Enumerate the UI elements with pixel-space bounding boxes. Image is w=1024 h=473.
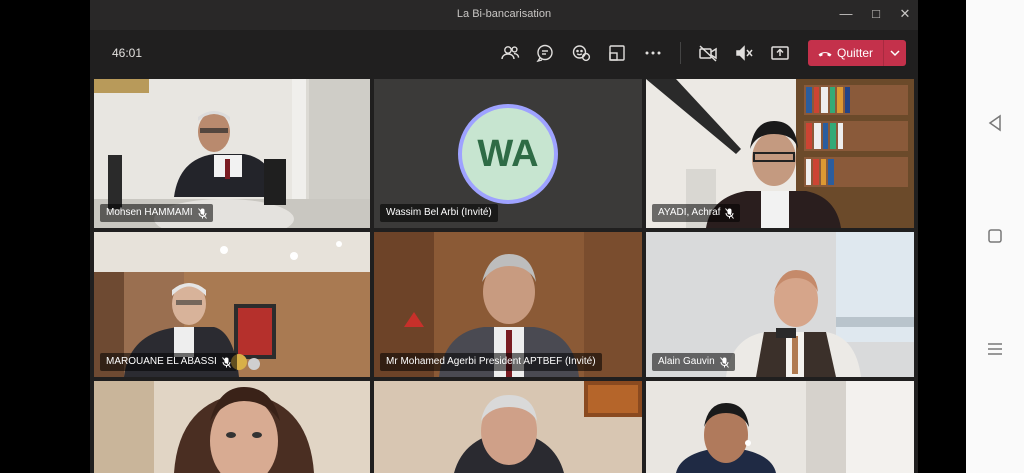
meeting-timer: 46:01 xyxy=(112,46,143,60)
title-bar: La Bi-bancarisation — □ ✕ xyxy=(90,0,918,30)
participant-name: Mohsen HAMMAMI xyxy=(106,207,193,218)
recents-icon[interactable] xyxy=(984,338,1006,360)
mic-muted-icon xyxy=(197,207,207,219)
participant-tile[interactable]: Mohsen HAMMAMI xyxy=(94,79,370,228)
hang-up-icon xyxy=(818,52,832,57)
video-feed xyxy=(646,381,914,473)
participants-icon[interactable] xyxy=(499,42,521,64)
participant-name-tag: Alain Gauvin xyxy=(652,353,735,371)
maximize-icon[interactable]: □ xyxy=(868,6,884,22)
participant-tile[interactable]: WA Wassim Bel Arbi (Invité) xyxy=(374,79,642,228)
participant-tile[interactable] xyxy=(374,381,642,473)
participant-name: Wassim Bel Arbi (Invité) xyxy=(386,207,492,218)
participant-tile[interactable] xyxy=(94,381,370,473)
video-feed xyxy=(374,381,642,473)
meeting-toolbar: 46:01 Quitter xyxy=(90,30,918,76)
leave-label: Quitter xyxy=(837,46,874,60)
participant-name: AYADI, Achraf xyxy=(658,207,721,218)
participant-name: MAROUANE EL ABASSI xyxy=(106,356,217,367)
participant-name-tag: Wassim Bel Arbi (Invité) xyxy=(380,204,498,222)
participant-tile[interactable]: Mr Mohamed Agerbi President APTBEF (Invi… xyxy=(374,232,642,377)
rooms-icon[interactable] xyxy=(606,42,628,64)
participant-name: Mr Mohamed Agerbi President APTBEF (Invi… xyxy=(386,356,596,367)
participant-tile[interactable] xyxy=(646,381,914,473)
participant-name-tag: Mr Mohamed Agerbi President APTBEF (Invi… xyxy=(380,353,602,371)
participant-tile[interactable]: MAROUANE EL ABASSI xyxy=(94,232,370,377)
participant-name-tag: AYADI, Achraf xyxy=(652,204,741,222)
participant-tile[interactable]: AYADI, Achraf xyxy=(646,79,914,228)
participant-name: Alain Gauvin xyxy=(658,356,715,367)
chat-icon[interactable] xyxy=(534,42,556,64)
mic-muted-icon xyxy=(719,356,729,368)
back-icon[interactable] xyxy=(984,112,1006,134)
participant-name-tag: MAROUANE EL ABASSI xyxy=(100,353,237,371)
reactions-icon[interactable] xyxy=(570,42,592,64)
video-feed xyxy=(94,381,370,473)
chevron-down-icon[interactable] xyxy=(888,46,902,60)
mic-muted-icon[interactable] xyxy=(733,42,755,64)
share-screen-icon[interactable] xyxy=(769,42,791,64)
home-icon[interactable] xyxy=(984,225,1006,247)
more-icon[interactable] xyxy=(642,42,664,64)
teams-meeting-window: La Bi-bancarisation — □ ✕ 46:01 Quitter … xyxy=(90,0,918,473)
minimize-icon[interactable]: — xyxy=(838,6,854,22)
camera-off-icon[interactable] xyxy=(697,42,719,64)
participant-avatar: WA xyxy=(458,103,558,204)
mic-muted-icon xyxy=(221,356,231,368)
leave-divider xyxy=(883,40,884,66)
participant-name-tag: Mohsen HAMMAMI xyxy=(100,204,213,222)
toolbar-separator xyxy=(680,42,681,64)
participant-tile[interactable]: Alain Gauvin xyxy=(646,232,914,377)
close-icon[interactable]: ✕ xyxy=(897,6,913,22)
mic-muted-icon xyxy=(725,207,735,219)
window-title: La Bi-bancarisation xyxy=(456,8,552,20)
android-navigation-bar xyxy=(966,0,1024,473)
leave-button[interactable]: Quitter xyxy=(808,40,906,66)
video-grid: Mohsen HAMMAMI WA Wassim Bel Arbi (Invit… xyxy=(94,79,914,473)
phone-screen: La Bi-bancarisation — □ ✕ 46:01 Quitter … xyxy=(0,0,1024,473)
